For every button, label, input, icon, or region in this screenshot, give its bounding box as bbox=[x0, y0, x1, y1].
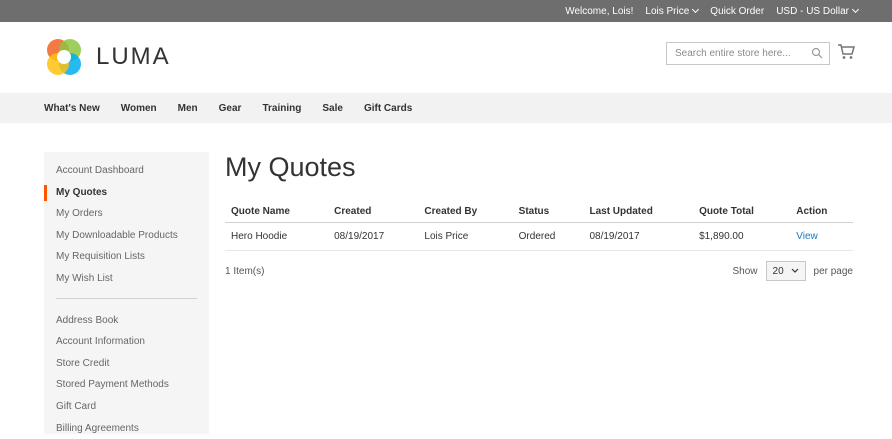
sidebar-item-account-information[interactable]: Account Information bbox=[44, 331, 209, 353]
column-header-quote-total: Quote Total bbox=[693, 200, 791, 223]
quick-order-link[interactable]: Quick Order bbox=[710, 6, 764, 17]
nav-item-men[interactable]: Men bbox=[178, 103, 198, 114]
table-row: Hero Hoodie 08/19/2017 Lois Price Ordere… bbox=[225, 222, 853, 251]
column-header-created: Created bbox=[328, 200, 419, 223]
cart-icon[interactable] bbox=[837, 44, 855, 65]
sidebar-item-store-credit[interactable]: Store Credit bbox=[44, 353, 209, 375]
sidebar-item-my-quotes[interactable]: My Quotes bbox=[44, 182, 209, 204]
sidebar-item-my-wish-list[interactable]: My Wish List bbox=[44, 268, 209, 290]
cell-action: View bbox=[790, 222, 853, 251]
cell-created-by: Lois Price bbox=[418, 222, 513, 251]
sidebar-item-account-dashboard[interactable]: Account Dashboard bbox=[44, 160, 209, 182]
sidebar-item-stored-payment-methods[interactable]: Stored Payment Methods bbox=[44, 374, 209, 396]
sidebar-item-billing-agreements[interactable]: Billing Agreements bbox=[44, 418, 209, 439]
sidebar-item-my-requisition-lists[interactable]: My Requisition Lists bbox=[44, 246, 209, 268]
column-header-quote-name: Quote Name bbox=[225, 200, 329, 223]
main-nav: What's New Women Men Gear Training Sale … bbox=[0, 93, 892, 123]
nav-item-whats-new[interactable]: What's New bbox=[44, 103, 100, 114]
sidebar-item-address-book[interactable]: Address Book bbox=[44, 310, 209, 332]
sidebar-item-my-downloadable-products[interactable]: My Downloadable Products bbox=[44, 225, 209, 247]
column-header-status: Status bbox=[512, 200, 584, 223]
header: LUMA Search entire store here... bbox=[0, 22, 892, 93]
search-input[interactable]: Search entire store here... bbox=[666, 42, 830, 65]
column-header-created-by: Created By bbox=[418, 200, 513, 223]
account-sidebar: Account Dashboard My Quotes My Orders My… bbox=[44, 152, 209, 434]
cell-last-updated: 08/19/2017 bbox=[583, 222, 694, 251]
per-page-limiter: Show 20 per page bbox=[732, 261, 853, 281]
sidebar-item-gift-card[interactable]: Gift Card bbox=[44, 396, 209, 418]
currency-switcher[interactable]: USD - US Dollar bbox=[776, 6, 858, 17]
nav-item-gift-cards[interactable]: Gift Cards bbox=[364, 103, 412, 114]
pagination-toolbar: 1 Item(s) Show 20 per page bbox=[225, 261, 853, 281]
per-page-label: per page bbox=[813, 265, 853, 277]
view-quote-link[interactable]: View bbox=[796, 231, 818, 242]
sidebar-divider bbox=[56, 297, 197, 299]
sidebar-item-my-orders[interactable]: My Orders bbox=[44, 203, 209, 225]
per-page-select[interactable]: 20 bbox=[765, 261, 806, 281]
page-title: My Quotes bbox=[225, 152, 356, 182]
account-menu[interactable]: Lois Price bbox=[645, 6, 698, 17]
welcome-message: Welcome, Lois! bbox=[565, 5, 634, 17]
search-icon[interactable] bbox=[811, 47, 823, 62]
column-header-last-updated: Last Updated bbox=[583, 200, 694, 223]
cell-created: 08/19/2017 bbox=[328, 222, 419, 251]
table-header-row: Quote Name Created Created By Status Las… bbox=[225, 200, 853, 223]
search-placeholder: Search entire store here... bbox=[675, 48, 791, 59]
nav-item-women[interactable]: Women bbox=[121, 103, 157, 114]
cell-status: Ordered bbox=[512, 222, 584, 251]
per-page-value: 20 bbox=[772, 265, 784, 277]
item-count: 1 Item(s) bbox=[225, 265, 265, 277]
cell-quote-total: $1,890.00 bbox=[693, 222, 791, 251]
show-label: Show bbox=[732, 265, 758, 277]
nav-item-gear[interactable]: Gear bbox=[219, 103, 242, 114]
chevron-down-icon bbox=[791, 266, 799, 277]
cell-quote-name: Hero Hoodie bbox=[225, 222, 329, 251]
logo[interactable]: LUMA bbox=[44, 37, 171, 77]
top-bar: Welcome, Lois! Lois Price Quick Order US… bbox=[0, 0, 892, 22]
quotes-table: Quote Name Created Created By Status Las… bbox=[225, 200, 853, 251]
logo-text: LUMA bbox=[96, 43, 171, 70]
nav-item-training[interactable]: Training bbox=[262, 103, 301, 114]
nav-item-sale[interactable]: Sale bbox=[322, 103, 343, 114]
luma-logo-icon bbox=[44, 37, 84, 77]
main-content: My Quotes Quote Name Created Created By … bbox=[225, 150, 853, 281]
column-header-action: Action bbox=[790, 200, 853, 223]
